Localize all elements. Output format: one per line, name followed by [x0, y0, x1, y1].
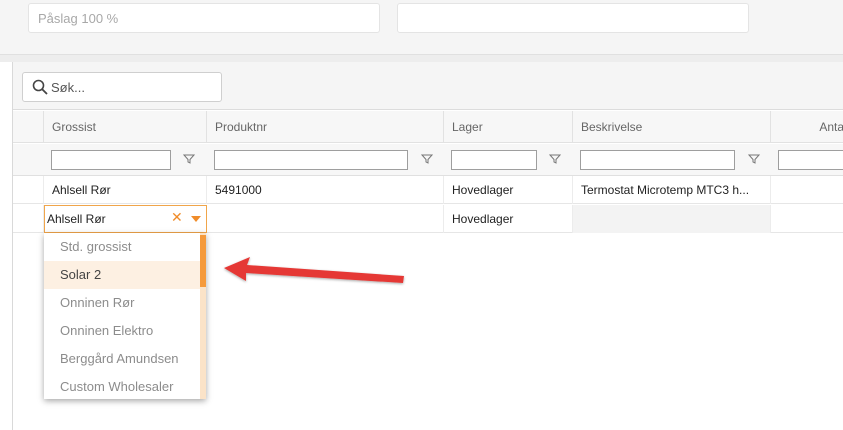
column-header-lager[interactable]: Lager [443, 111, 572, 143]
top-form-area: Påslag 100 % [0, 0, 843, 54]
cell-antall [770, 205, 843, 233]
filter-icon[interactable] [421, 153, 433, 165]
close-icon[interactable]: ✕ [171, 209, 183, 226]
cell-grossist: Ahlsell Rør [43, 176, 206, 204]
filter-icon[interactable] [549, 153, 561, 165]
markup-field[interactable]: Påslag 100 % [28, 3, 380, 33]
search-icon [32, 79, 48, 95]
filter-icon[interactable] [748, 153, 760, 165]
grossist-dropdown-list: Std. grossist Solar 2 Onninen Rør Onnine… [44, 233, 206, 399]
filter-input-antall[interactable] [778, 150, 843, 170]
filter-input-produktnr[interactable] [214, 150, 408, 170]
dropdown-option[interactable]: Onninen Elektro [44, 317, 200, 345]
dropdown-option-selected[interactable]: Solar 2 [44, 261, 200, 289]
search-input[interactable]: Søk... [22, 72, 222, 102]
annotation-arrow-icon [224, 257, 404, 283]
column-header-grossist[interactable]: Grossist [43, 111, 206, 143]
filter-icon[interactable] [183, 153, 195, 165]
cell-antall [770, 176, 843, 204]
search-placeholder: Søk... [51, 80, 85, 95]
cell-beskrivelse: Termostat Microtemp MTC3 h... [572, 176, 770, 204]
chevron-down-icon[interactable] [191, 216, 201, 222]
column-header-antall[interactable]: Anta [770, 111, 843, 143]
section-divider [0, 54, 843, 62]
grid-toolbar: Søk... [13, 62, 843, 110]
column-header-produktnr[interactable]: Produktnr [206, 111, 443, 143]
grossist-combobox[interactable]: Ahlsell Rør ✕ [44, 205, 207, 233]
dropdown-option[interactable]: Berggård Amundsen [44, 345, 200, 373]
table-row[interactable]: Ahlsell Rør 5491000 Hovedlager Termostat… [13, 176, 843, 204]
cell-beskrivelse [572, 205, 770, 233]
dropdown-scrollbar-thumb[interactable] [200, 235, 206, 287]
filter-input-beskrivelse[interactable] [580, 150, 735, 170]
column-header-beskrivelse[interactable]: Beskrivelse [572, 111, 770, 143]
dropdown-option[interactable]: Custom Wholesaler [44, 373, 200, 399]
cell-produktnr: 5491000 [206, 176, 443, 204]
grid-panel: Søk... Grossist Produktnr Lager Beskrive… [12, 62, 843, 430]
filter-input-lager[interactable] [451, 150, 537, 170]
second-field[interactable] [397, 3, 749, 33]
combobox-value[interactable]: Ahlsell Rør [47, 212, 106, 226]
filter-input-grossist[interactable] [51, 150, 171, 170]
dropdown-option[interactable]: Onninen Rør [44, 289, 200, 317]
cell-lager: Hovedlager [443, 205, 572, 233]
dropdown-option[interactable]: Std. grossist [44, 233, 200, 261]
column-header-row: Grossist Produktnr Lager Beskrivelse Ant… [13, 111, 843, 143]
filter-row [13, 144, 843, 176]
cell-lager: Hovedlager [443, 176, 572, 204]
cell-produktnr [206, 205, 443, 233]
